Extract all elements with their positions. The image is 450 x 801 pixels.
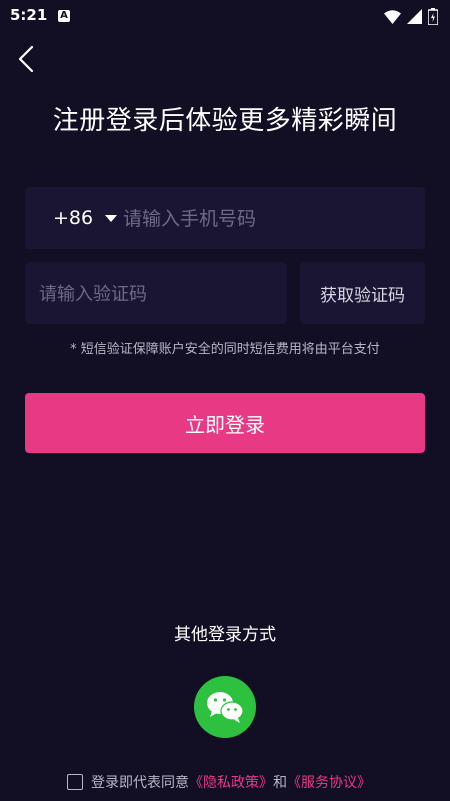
signal-icon: [407, 9, 422, 24]
wechat-icon: [207, 692, 244, 723]
status-time: 5:21: [10, 6, 48, 24]
phone-input[interactable]: [121, 187, 415, 251]
wifi-icon: [384, 9, 401, 24]
login-button[interactable]: 立即登录: [25, 393, 425, 453]
page-title: 注册登录后体验更多精彩瞬间: [52, 106, 398, 136]
sms-fee-note: * 短信验证保障账户安全的同时短信费用将由平台支付: [70, 342, 380, 357]
verification-code-field: [25, 262, 287, 326]
back-button[interactable]: [14, 44, 40, 74]
agreement-prefix: 登录即代表同意: [91, 775, 189, 791]
status-icons: [384, 8, 438, 25]
other-login-title: 其他登录方式: [174, 625, 276, 645]
status-bar: 5:21 A: [0, 0, 450, 32]
privacy-policy-link[interactable]: 《隐私政策》: [189, 772, 273, 792]
get-code-button[interactable]: 获取验证码: [300, 262, 425, 324]
caret-down-icon: [105, 214, 118, 222]
terms-of-service-link[interactable]: 《服务协议》: [287, 772, 371, 792]
phone-field: +86: [25, 187, 425, 251]
battery-icon: [428, 8, 438, 25]
agreement-checkbox[interactable]: [67, 774, 83, 790]
country-code-value: +86: [53, 207, 94, 229]
wechat-login-button[interactable]: [194, 676, 256, 738]
country-code-select[interactable]: +86: [53, 187, 118, 249]
verification-code-input[interactable]: [37, 262, 281, 326]
agreement-conjunction: 和: [273, 775, 287, 791]
agreement-row: 登录即代表同意 《隐私政策》 和 《服务协议》: [67, 772, 371, 792]
chevron-left-icon: [18, 45, 34, 73]
notification-a-icon: A: [58, 10, 70, 22]
